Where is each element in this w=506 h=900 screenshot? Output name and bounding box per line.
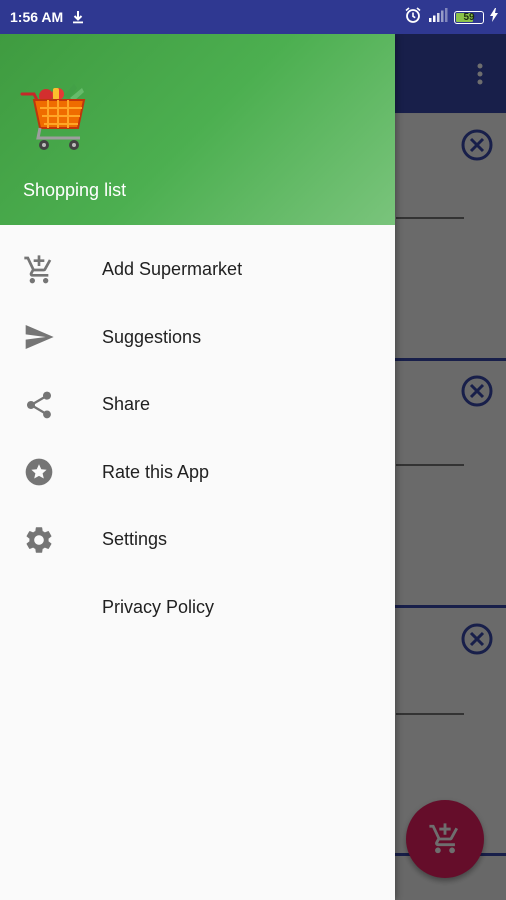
menu-label: Rate this App	[102, 461, 210, 482]
send-icon	[25, 325, 54, 350]
menu-item-suggestions[interactable]: Suggestions	[0, 304, 395, 372]
battery-icon: 59	[454, 10, 484, 24]
status-bar: 1:56 AM 59	[0, 0, 506, 34]
menu-item-rate-app[interactable]: Rate this App	[0, 439, 395, 507]
menu-item-settings[interactable]: Settings	[0, 506, 395, 574]
menu-item-share[interactable]: Share	[0, 371, 395, 439]
shopping-cart-logo	[20, 84, 86, 150]
download-icon	[71, 10, 85, 24]
status-icons: 59	[404, 6, 498, 29]
drawer-menu: Add Supermarket Suggestions Share Rate t…	[0, 236, 395, 641]
gear-icon	[26, 526, 52, 553]
signal-icon	[428, 7, 448, 27]
navigation-drawer: Shopping list Add Supermarket Suggestion…	[0, 34, 395, 900]
menu-label: Privacy Policy	[102, 596, 215, 617]
alarm-icon	[404, 6, 422, 29]
drawer-header-title: Shopping list	[23, 180, 127, 200]
charging-icon	[490, 7, 498, 27]
menu-item-privacy-policy[interactable]: Privacy Policy	[0, 574, 395, 642]
status-time: 1:56 AM	[10, 9, 64, 25]
add-cart-icon	[24, 255, 52, 284]
star-icon	[25, 458, 53, 486]
share-icon	[27, 391, 51, 418]
menu-label: Suggestions	[102, 326, 202, 347]
menu-label: Share	[102, 394, 151, 415]
battery-level: 59	[463, 11, 475, 23]
drawer-header: Shopping list	[0, 34, 395, 225]
menu-item-add-supermarket[interactable]: Add Supermarket	[0, 236, 395, 304]
menu-label: Add Supermarket	[102, 259, 243, 280]
menu-label: Settings	[102, 529, 168, 550]
